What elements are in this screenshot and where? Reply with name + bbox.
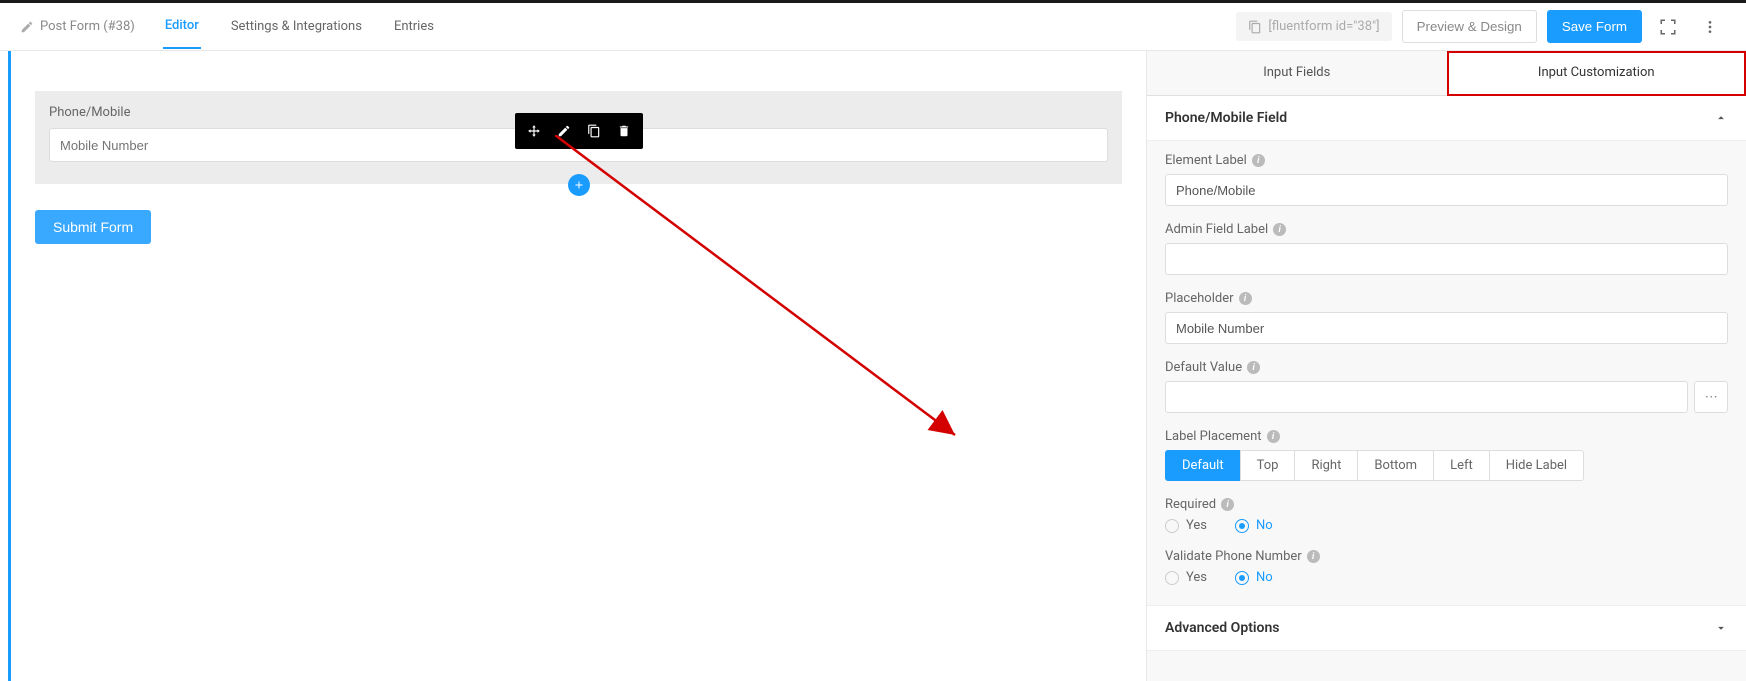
label-element-label: Element Labeli xyxy=(1165,153,1728,168)
label-default-value: Default Valuei xyxy=(1165,360,1728,375)
tab-entries[interactable]: Entries xyxy=(392,5,436,48)
form-title: Post Form (#38) xyxy=(20,19,135,34)
input-element-label[interactable] xyxy=(1165,174,1728,206)
section-advanced[interactable]: Advanced Options xyxy=(1147,605,1746,651)
opt-bottom[interactable]: Bottom xyxy=(1357,450,1434,481)
more-icon[interactable] xyxy=(1694,11,1726,43)
help-icon[interactable]: i xyxy=(1267,430,1280,443)
help-icon[interactable]: i xyxy=(1239,292,1252,305)
help-icon[interactable]: i xyxy=(1221,498,1234,511)
delete-icon[interactable] xyxy=(609,117,639,145)
shortcode-display[interactable]: [fluentform id="38"] xyxy=(1236,12,1391,41)
required-yes[interactable]: Yes xyxy=(1165,518,1207,533)
move-icon[interactable] xyxy=(519,117,549,145)
edit-icon[interactable] xyxy=(549,117,579,145)
tab-settings[interactable]: Settings & Integrations xyxy=(229,5,364,48)
chevron-up-icon xyxy=(1714,111,1728,125)
tab-input-customization[interactable]: Input Customization xyxy=(1447,51,1746,96)
help-icon[interactable]: i xyxy=(1252,154,1265,167)
tab-input-fields[interactable]: Input Fields xyxy=(1147,51,1447,96)
opt-hide[interactable]: Hide Label xyxy=(1489,450,1584,481)
save-button[interactable]: Save Form xyxy=(1547,10,1642,43)
opt-top[interactable]: Top xyxy=(1240,450,1296,481)
section-phone-field[interactable]: Phone/Mobile Field xyxy=(1147,96,1746,141)
field-phone[interactable]: Phone/Mobile xyxy=(35,91,1122,184)
label-placement-group: Default Top Right Bottom Left Hide Label xyxy=(1165,450,1728,481)
chevron-down-icon xyxy=(1714,621,1728,635)
label-admin-label: Admin Field Labeli xyxy=(1165,222,1728,237)
input-admin-label[interactable] xyxy=(1165,243,1728,275)
smartcode-button[interactable]: ⋯ xyxy=(1694,381,1728,413)
copy-icon xyxy=(1248,20,1262,34)
right-sidebar: Input Fields Input Customization Phone/M… xyxy=(1146,51,1746,681)
opt-right[interactable]: Right xyxy=(1294,450,1358,481)
duplicate-icon[interactable] xyxy=(579,117,609,145)
label-label-placement: Label Placementi xyxy=(1165,429,1728,444)
add-field-button[interactable] xyxy=(568,174,590,196)
label-placeholder: Placeholderi xyxy=(1165,291,1728,306)
help-icon[interactable]: i xyxy=(1247,361,1260,374)
fullscreen-icon[interactable] xyxy=(1652,11,1684,43)
field-toolbar xyxy=(515,113,643,149)
submit-button[interactable]: Submit Form xyxy=(35,210,151,244)
validate-yes[interactable]: Yes xyxy=(1165,570,1207,585)
pencil-icon xyxy=(20,20,34,34)
help-icon[interactable]: i xyxy=(1307,550,1320,563)
opt-left[interactable]: Left xyxy=(1433,450,1490,481)
label-required: Requiredi xyxy=(1165,497,1728,512)
input-default-value[interactable] xyxy=(1165,381,1688,413)
required-no[interactable]: No xyxy=(1235,518,1273,533)
help-icon[interactable]: i xyxy=(1273,223,1286,236)
form-canvas: Phone/Mobile Submit Form xyxy=(8,51,1146,681)
preview-button[interactable]: Preview & Design xyxy=(1402,10,1537,43)
input-placeholder[interactable] xyxy=(1165,312,1728,344)
opt-default[interactable]: Default xyxy=(1165,450,1241,481)
top-nav: Post Form (#38) Editor Settings & Integr… xyxy=(0,3,1746,51)
label-validate: Validate Phone Numberi xyxy=(1165,549,1728,564)
validate-no[interactable]: No xyxy=(1235,570,1273,585)
tab-editor[interactable]: Editor xyxy=(163,4,201,49)
